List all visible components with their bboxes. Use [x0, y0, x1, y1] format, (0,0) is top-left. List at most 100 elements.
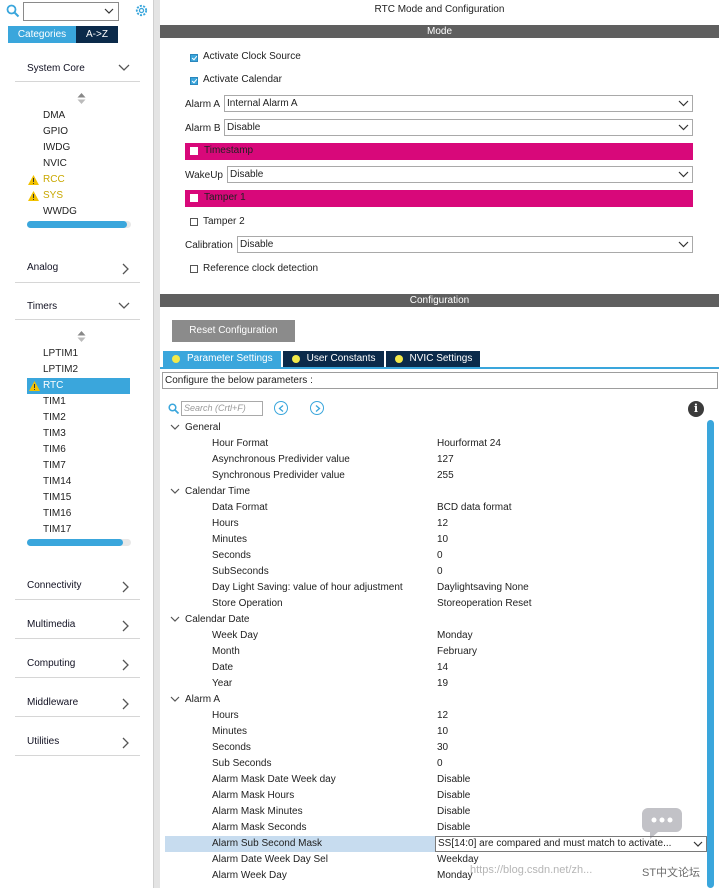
- activate-calendar-checkbox[interactable]: [190, 77, 198, 85]
- item-tim14[interactable]: TIM14: [43, 474, 71, 490]
- section-analog[interactable]: Analog: [27, 258, 140, 278]
- tab-user-constants[interactable]: User Constants: [282, 351, 384, 367]
- param-row[interactable]: Date 14: [165, 660, 705, 676]
- alarm-a-select[interactable]: Internal Alarm A: [224, 95, 693, 112]
- item-rtc[interactable]: RTC: [27, 378, 130, 394]
- param-row[interactable]: Data Format BCD data format: [165, 500, 705, 516]
- item-tim17[interactable]: TIM17: [43, 522, 71, 538]
- tamper1-checkbox[interactable]: [190, 194, 198, 202]
- param-row[interactable]: Synchronous Predivider value 255: [165, 468, 705, 484]
- param-row[interactable]: Year 19: [165, 676, 705, 692]
- horizontal-scrollbar[interactable]: [27, 539, 123, 546]
- tamper2-label: Tamper 2: [203, 216, 245, 227]
- param-row[interactable]: Alarm Week Day Monday: [165, 868, 705, 884]
- param-row[interactable]: Hours 12: [165, 516, 705, 532]
- param-row[interactable]: Minutes 10: [165, 532, 705, 548]
- item-iwdg[interactable]: IWDG: [43, 140, 70, 156]
- param-row[interactable]: Seconds 30: [165, 740, 705, 756]
- item-tim6[interactable]: TIM6: [43, 442, 66, 458]
- param-row[interactable]: Seconds 0: [165, 548, 705, 564]
- timestamp-checkbox[interactable]: [190, 147, 198, 155]
- item-dma[interactable]: DMA: [43, 108, 65, 124]
- wakeup-select[interactable]: Disable: [227, 166, 693, 183]
- chat-bubble-logo: [642, 808, 682, 839]
- search-icon[interactable]: [6, 4, 20, 18]
- item-wwdg[interactable]: WWDG: [43, 204, 77, 220]
- param-row[interactable]: Alarm Date Week Day Sel Weekday: [165, 852, 705, 868]
- divider: [15, 282, 140, 283]
- param-row[interactable]: Alarm Mask Minutes Disable: [165, 804, 705, 820]
- item-nvic[interactable]: NVIC: [43, 156, 67, 172]
- chevron-down-icon: [678, 241, 689, 248]
- section-label: Computing: [27, 658, 76, 669]
- tab-parameter-settings[interactable]: Parameter Settings: [163, 351, 281, 367]
- alarm-b-select[interactable]: Disable: [224, 119, 693, 136]
- tab-a-z[interactable]: A->Z: [76, 26, 118, 43]
- item-sys[interactable]: SYS: [43, 188, 63, 204]
- info-icon[interactable]: i: [688, 401, 704, 417]
- param-row[interactable]: Hour Format Hourformat 24: [165, 436, 705, 452]
- item-tim15[interactable]: TIM15: [43, 490, 71, 506]
- search-icon[interactable]: [168, 403, 179, 414]
- section-label: Middleware: [27, 697, 79, 708]
- tab-nvic-settings[interactable]: NVIC Settings: [385, 351, 481, 367]
- reset-configuration-button[interactable]: Reset Configuration: [172, 320, 295, 342]
- section-multimedia[interactable]: Multimedia: [27, 615, 140, 635]
- param-row[interactable]: Alarm Mask Seconds Disable: [165, 820, 705, 836]
- gear-icon[interactable]: [134, 3, 149, 18]
- section-system-core[interactable]: System Core: [27, 59, 140, 79]
- activate-clock-source-checkbox[interactable]: [190, 54, 198, 62]
- param-row[interactable]: Store Operation Storeoperation Reset: [165, 596, 705, 612]
- param-row-selected[interactable]: Alarm Sub Second Mask SS[14:0] are compa…: [165, 836, 707, 852]
- param-row[interactable]: SubSeconds 0: [165, 564, 705, 580]
- param-row[interactable]: Asynchronous Predivider value 127: [165, 452, 705, 468]
- item-gpio[interactable]: GPIO: [43, 124, 68, 140]
- ref-clock-checkbox[interactable]: [190, 265, 198, 273]
- section-computing[interactable]: Computing: [27, 654, 140, 674]
- section-middleware[interactable]: Middleware: [27, 693, 140, 713]
- tab-categories[interactable]: Categories: [8, 26, 76, 43]
- section-utilities[interactable]: Utilities: [27, 732, 140, 752]
- param-name: Hour Format: [212, 438, 269, 449]
- panel-splitter[interactable]: [153, 0, 160, 888]
- horizontal-scrollbar[interactable]: [27, 221, 127, 228]
- param-row[interactable]: Week Day Monday: [165, 628, 705, 644]
- tamper2-checkbox[interactable]: [190, 218, 198, 226]
- param-value: 255: [437, 470, 454, 481]
- item-tim7[interactable]: TIM7: [43, 458, 66, 474]
- search-input[interactable]: Search (Crtl+F): [181, 401, 263, 416]
- item-tim16[interactable]: TIM16: [43, 506, 71, 522]
- group-calendar-date[interactable]: Calendar Date: [165, 612, 705, 628]
- section-timers[interactable]: Timers: [27, 297, 140, 317]
- param-row[interactable]: Alarm Mask Hours Disable: [165, 788, 705, 804]
- timestamp-row[interactable]: Timestamp: [185, 143, 693, 160]
- group-alarm-a[interactable]: Alarm A: [165, 692, 705, 708]
- tamper1-row[interactable]: Tamper 1: [185, 190, 693, 207]
- sort-icon[interactable]: [77, 93, 86, 104]
- previous-button[interactable]: [274, 401, 288, 415]
- next-button[interactable]: [310, 401, 324, 415]
- calibration-select[interactable]: Disable: [237, 236, 693, 253]
- param-value: Disable: [437, 822, 471, 833]
- sort-icon[interactable]: [77, 331, 86, 342]
- param-row[interactable]: Alarm Mask Date Week day Disable: [165, 772, 705, 788]
- mode-header: Mode: [160, 25, 719, 38]
- item-lptim2[interactable]: LPTIM2: [43, 362, 78, 378]
- param-row[interactable]: Minutes 10: [165, 724, 705, 740]
- search-combobox[interactable]: [23, 2, 119, 21]
- param-row[interactable]: Day Light Saving: value of hour adjustme…: [165, 580, 705, 596]
- vertical-scrollbar[interactable]: [707, 420, 714, 888]
- group-calendar-time[interactable]: Calendar Time: [165, 484, 705, 500]
- item-lptim1[interactable]: LPTIM1: [43, 346, 78, 362]
- param-name: Week Day: [212, 630, 258, 641]
- param-row[interactable]: Month February: [165, 644, 705, 660]
- group-general[interactable]: General: [165, 420, 705, 436]
- param-row[interactable]: Hours 12: [165, 708, 705, 724]
- item-tim1[interactable]: TIM1: [43, 394, 66, 410]
- ref-clock-label: Reference clock detection: [203, 263, 319, 274]
- item-tim2[interactable]: TIM2: [43, 410, 66, 426]
- item-tim3[interactable]: TIM3: [43, 426, 66, 442]
- section-connectivity[interactable]: Connectivity: [27, 576, 140, 596]
- param-row[interactable]: Sub Seconds 0: [165, 756, 705, 772]
- item-rcc[interactable]: RCC: [43, 172, 65, 188]
